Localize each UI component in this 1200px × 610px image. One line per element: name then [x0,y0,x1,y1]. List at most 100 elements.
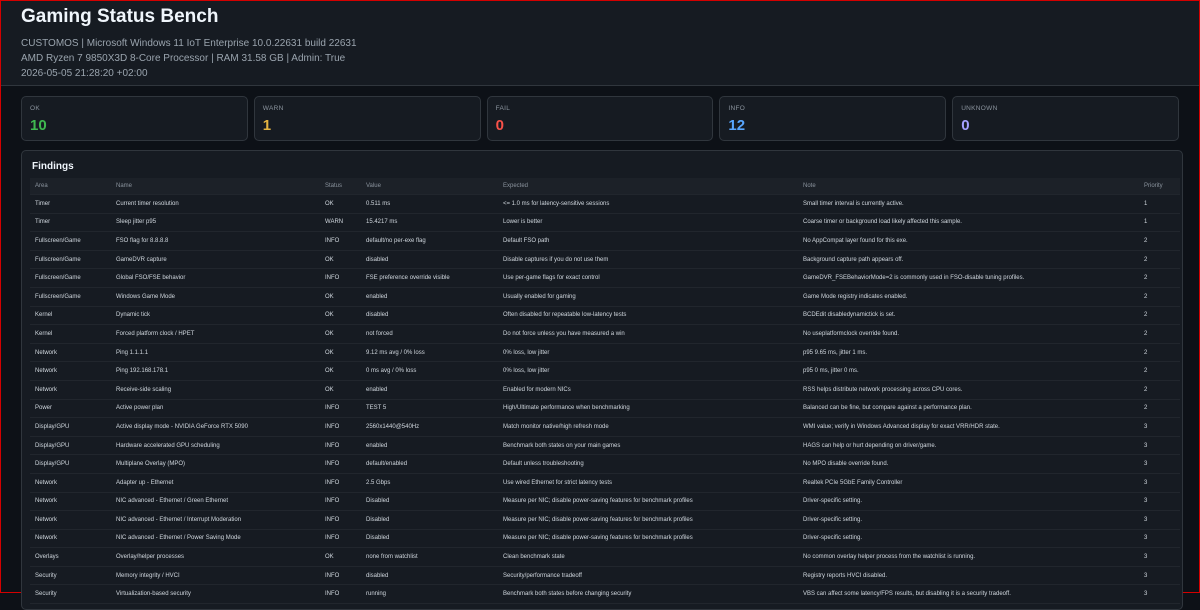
findings-title: Findings [32,161,74,172]
cell-name: NIC advanced - Ethernet / Power Saving M… [111,529,320,549]
cell-area: Display/GPU [30,417,111,437]
cell-value: Disabled [361,492,498,512]
cell-name: Active power plan [111,399,320,419]
cell-area: Security [30,566,111,586]
card-label: WARN [262,105,284,112]
cell-status: INFO [320,268,361,288]
column-header-area[interactable]: Area [30,178,111,195]
cell-priority: 2 [1139,306,1180,326]
cell-status: OK [320,547,361,567]
card-value: 1 [262,117,272,134]
cell-name: Memory integrity / HVCI [111,566,320,586]
cell-status: INFO [320,231,361,251]
cell-name: Virtualization-based security [111,584,320,605]
cell-area: Network [30,343,111,363]
cell-area: Timer [30,213,111,233]
table-row: Display/GPU Active display mode - NVIDIA … [30,417,1180,437]
cell-area: Security [30,584,111,605]
cell-value: not forced [361,324,498,344]
cell-status: INFO [320,492,361,512]
cell-status: OK [320,287,361,307]
cell-expected: 0% loss, low jitter [498,361,798,381]
cell-priority: 3 [1139,547,1180,567]
cell-value: enabled [361,287,498,307]
cell-status: OK [320,250,361,270]
cell-value: Disabled [361,529,498,549]
cell-note: Driver-specific setting. [798,529,1139,549]
cell-area: Kernel [30,324,111,344]
cell-priority: 3 [1139,529,1180,549]
table-row: Fullscreen/Game Windows Game Mode OK enable… [30,287,1180,307]
column-header-value[interactable]: Value [361,178,498,195]
cell-value: disabled [361,250,498,270]
table-header-row: Area Name Status Value Expected Note Pri… [30,178,1180,195]
page-title: Gaming Status Bench [21,6,219,27]
card-value: 0 [961,117,970,134]
cell-status: INFO [320,399,361,419]
column-header-name[interactable]: Name [111,178,320,195]
cell-status: INFO [320,436,361,456]
column-header-note[interactable]: Note [798,178,1139,195]
cell-note: GameDVR_FSEBehaviorMode=2 is commonly us… [798,268,1139,288]
cell-name: Dynamic tick [111,306,320,326]
cell-status: INFO [320,510,361,530]
column-header-priority[interactable]: Priority [1139,178,1180,195]
cell-area: Network [30,473,111,493]
cell-expected: Measure per NIC; disable power-saving fe… [498,510,798,530]
cell-value: 2.5 Gbps [361,473,498,493]
summary-card-fail: FAIL 0 [486,96,714,141]
cell-value: running [361,584,498,605]
cell-note: WMI value; verify in Windows Advanced di… [798,417,1139,437]
cell-value: 0.511 ms [361,194,498,214]
cell-expected: <= 1.0 ms for latency-sensitive sessions [498,194,798,214]
table-row: Network Ping 1.1.1.1 OK 9.12 ms avg / 0% lo… [30,343,1180,363]
cell-expected: Enabled for modern NICs [498,380,798,400]
cell-value: none from watchlist [361,547,498,567]
table-row: Kernel Forced platform clock / HPET OK not … [30,324,1180,344]
cell-area: Network [30,510,111,530]
cell-expected: Often disabled for repeatable low-latenc… [498,306,798,326]
cell-area: Network [30,492,111,512]
cell-note: Driver-specific setting. [798,510,1139,530]
cell-name: Current timer resolution [111,194,320,214]
cell-priority: 3 [1139,454,1180,474]
cell-area: Overlays [30,547,111,567]
summary-cards: OK 10 WARN 1 FAIL 0 INFO 12 UNKNOWN 0 [1,86,1199,141]
table-row: Network Receive-side scaling OK enabled Enab… [30,380,1180,400]
cell-value: default/no per-exe flag [361,231,498,251]
cell-priority: 3 [1139,510,1180,530]
cell-note: No useplatformclock override found. [798,324,1139,344]
cell-expected: Benchmark both states on your main games [498,436,798,456]
table-row: Security Memory integrity / HVCI INFO disab… [30,566,1180,586]
cell-status: OK [320,361,361,381]
table-row: Overlays Overlay/helper processes OK none f… [30,547,1180,567]
cell-note: RSS helps distribute network processing … [798,380,1139,400]
cell-value: 9.12 ms avg / 0% loss [361,343,498,363]
cell-note: No MPO disable override found. [798,454,1139,474]
cell-value: default/enabled [361,454,498,474]
cell-value: 2560x1440@540Hz [361,417,498,437]
cell-name: Hardware accelerated GPU scheduling [111,436,320,456]
cell-status: OK [320,324,361,344]
cell-area: Kernel [30,306,111,326]
column-header-expected[interactable]: Expected [498,178,798,195]
cell-status: WARN [320,213,361,233]
cell-status: OK [320,306,361,326]
cell-expected: Match monitor native/high refresh mode [498,417,798,437]
cell-area: Power [30,399,111,419]
table-row: Kernel Dynamic tick OK disabled Often disabl… [30,306,1180,326]
cell-area: Fullscreen/Game [30,250,111,270]
findings-body: Timer Current timer resolution OK 0.511 ms <… [30,194,1180,605]
cell-status: OK [320,343,361,363]
column-header-status[interactable]: Status [320,178,361,195]
cell-name: Ping 192.168.178.1 [111,361,320,381]
cell-note: Driver-specific setting. [798,492,1139,512]
cell-note: No AppCompat layer found for this exe. [798,231,1139,251]
table-row: Network NIC advanced - Ethernet / Green E… [30,492,1180,512]
cell-note: Coarse timer or background load likely a… [798,213,1139,233]
table-row: Network NIC advanced - Ethernet / Interru… [30,510,1180,530]
cell-expected: Use wired Ethernet for strict latency te… [498,473,798,493]
table-row: Network Adapter up - Ethernet INFO 2.5 Gbps… [30,473,1180,493]
cell-expected: Do not force unless you have measured a … [498,324,798,344]
cell-note: Game Mode registry indicates enabled. [798,287,1139,307]
